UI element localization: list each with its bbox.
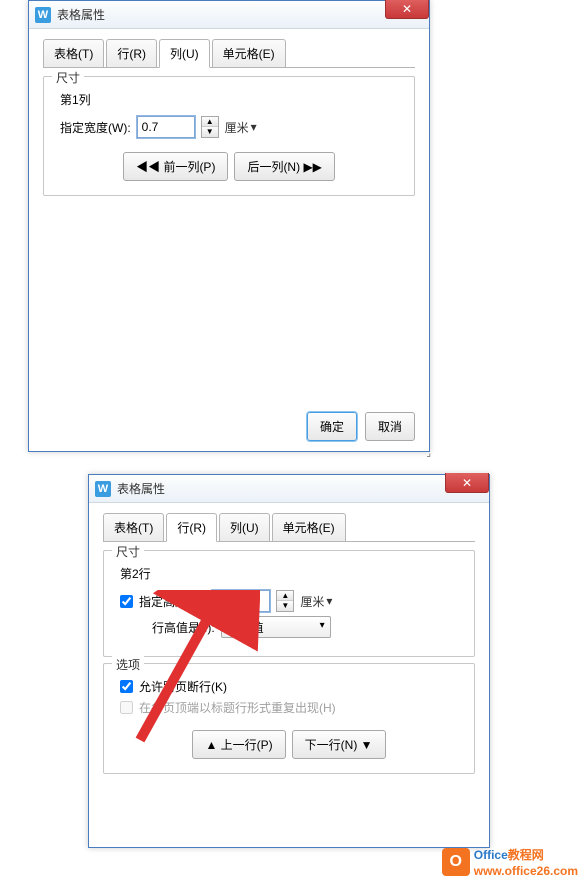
group-title-size: 尺寸 (52, 69, 84, 86)
titlebar[interactable]: W 表格属性 ✕ (89, 475, 489, 503)
group-title-options: 选项 (112, 656, 144, 673)
dialog-footer: 确定 取消 (307, 412, 415, 441)
unit-dropdown[interactable]: 厘米 ▾ (300, 593, 332, 610)
tab-cell[interactable]: 单元格(E) (272, 513, 346, 542)
spinner-down-icon[interactable]: ▼ (202, 127, 218, 137)
allow-break-row: 允许跨页断行(K) (120, 678, 462, 695)
tabstrip: 表格(T) 行(R) 列(U) 单元格(E) (103, 513, 475, 542)
tabstrip: 表格(T) 行(R) 列(U) 单元格(E) (43, 39, 415, 68)
width-input[interactable] (137, 116, 195, 138)
unit-label: 厘米 (225, 119, 249, 136)
dialog-title: 表格属性 (57, 6, 105, 23)
next-column-button[interactable]: 后一列(N) ▶▶ (234, 152, 334, 181)
unit-label: 厘米 (300, 593, 324, 610)
prev-label: 前一列(P) (163, 160, 215, 174)
next-label: 后一列(N) (247, 160, 300, 174)
close-button[interactable]: ✕ (445, 473, 489, 493)
height-row: 指定高度(S): ▲ ▼ 厘米 ▾ (120, 590, 462, 612)
width-row: 指定宽度(W): ▲ ▼ 厘米 ▾ (60, 116, 402, 138)
next-row-button[interactable]: 下一行(N) ▼ (292, 730, 386, 759)
prev-label: 上一行(P) (221, 738, 273, 752)
app-icon: W (95, 481, 111, 497)
width-label: 指定宽度(W): (60, 119, 131, 136)
close-icon: ✕ (402, 2, 412, 16)
cancel-button[interactable]: 取消 (365, 412, 415, 441)
tab-column[interactable]: 列(U) (159, 39, 210, 68)
height-checkbox[interactable] (120, 595, 133, 608)
ok-button[interactable]: 确定 (307, 412, 357, 441)
row-label: 第2行 (120, 565, 462, 582)
tab-row[interactable]: 行(R) (106, 39, 157, 68)
chevron-down-icon: ▾ (251, 120, 257, 134)
allow-break-label: 允许跨页断行(K) (139, 678, 227, 695)
row-height-is-label: 行高值是(I): (152, 619, 215, 636)
tab-row[interactable]: 行(R) (166, 513, 217, 542)
tab-table[interactable]: 表格(T) (43, 39, 104, 68)
group-title-size: 尺寸 (112, 543, 144, 560)
watermark-icon: O (442, 848, 470, 876)
height-spinner: ▲ ▼ (276, 590, 294, 612)
titlebar[interactable]: W 表格属性 ✕ (29, 1, 429, 29)
row-height-is-row: 行高值是(I): 最小值 (152, 616, 462, 638)
dialog-title: 表格属性 (117, 480, 165, 497)
tab-column[interactable]: 列(U) (219, 513, 270, 542)
next-label: 下一行(N) (305, 738, 358, 752)
size-group: 尺寸 第1列 指定宽度(W): ▲ ▼ 厘米 ▾ ◀◀ 前一列(P) 后一列(N… (43, 76, 415, 196)
repeat-header-row: 在各页顶端以标题行形式重复出现(H) (120, 699, 462, 716)
spinner-down-icon[interactable]: ▼ (277, 601, 293, 611)
app-icon: W (35, 7, 51, 23)
prev-column-button[interactable]: ◀◀ 前一列(P) (123, 152, 228, 181)
watermark-text: Office教程网 www.office26.com (474, 846, 578, 878)
dialog-body: 表格(T) 行(R) 列(U) 单元格(E) 尺寸 第1列 指定宽度(W): ▲… (29, 29, 429, 206)
watermark-brand2: 教程网 (508, 848, 544, 862)
height-input[interactable] (212, 590, 270, 612)
nav-buttons: ◀◀ 前一列(P) 后一列(N) ▶▶ (56, 152, 402, 181)
repeat-header-checkbox (120, 701, 133, 714)
unit-dropdown[interactable]: 厘米 ▾ (225, 119, 257, 136)
allow-break-checkbox[interactable] (120, 680, 133, 693)
prev-row-button[interactable]: ▲ 上一行(P) (192, 730, 285, 759)
column-label: 第1列 (60, 91, 402, 108)
dialog-body: 表格(T) 行(R) 列(U) 单元格(E) 尺寸 第2行 指定高度(S): ▲… (89, 503, 489, 784)
chevron-down-icon: ▾ (326, 594, 332, 608)
row-height-is-value: 最小值 (228, 621, 264, 635)
watermark-brand1: Office (474, 848, 508, 862)
width-spinner: ▲ ▼ (201, 116, 219, 138)
close-button[interactable]: ✕ (385, 0, 429, 19)
repeat-header-label: 在各页顶端以标题行形式重复出现(H) (139, 699, 336, 716)
tab-cell[interactable]: 单元格(E) (212, 39, 286, 68)
close-icon: ✕ (462, 476, 472, 490)
row-height-is-select[interactable]: 最小值 (221, 616, 331, 638)
nav-buttons: ▲ 上一行(P) 下一行(N) ▼ (116, 730, 462, 759)
resize-handle-icon: ⌟ (426, 448, 431, 459)
size-group: 尺寸 第2行 指定高度(S): ▲ ▼ 厘米 ▾ 行高值是(I): 最小值 (103, 550, 475, 657)
spinner-up-icon[interactable]: ▲ (277, 591, 293, 601)
spinner-up-icon[interactable]: ▲ (202, 117, 218, 127)
table-properties-dialog-row: W 表格属性 ✕ 表格(T) 行(R) 列(U) 单元格(E) 尺寸 第2行 指… (88, 474, 490, 848)
height-label: 指定高度(S): (139, 593, 206, 610)
options-group: 选项 允许跨页断行(K) 在各页顶端以标题行形式重复出现(H) ▲ 上一行(P)… (103, 663, 475, 774)
tab-table[interactable]: 表格(T) (103, 513, 164, 542)
watermark: O Office教程网 www.office26.com (442, 846, 578, 878)
table-properties-dialog-column: W 表格属性 ✕ 表格(T) 行(R) 列(U) 单元格(E) 尺寸 第1列 指… (28, 0, 430, 452)
watermark-url: www.office26.com (474, 864, 578, 878)
